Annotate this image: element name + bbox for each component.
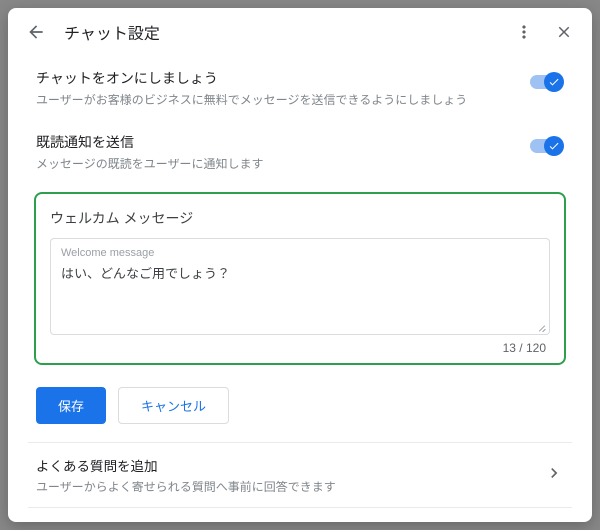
toggle-subtitle: ユーザーがお客様のビジネスに無料でメッセージを送信できるようにしましょう xyxy=(36,91,516,108)
nav-text: 不在モードを管理 メッセージを受信したら、不在であることを自動応答で通知します xyxy=(36,520,544,522)
nav-away-mode[interactable]: 不在モードを管理 メッセージを受信したら、不在であることを自動応答で通知します xyxy=(28,507,572,522)
nav-faq[interactable]: よくある質問を追加 ユーザーからよく寄せられる質問へ事前に回答できます xyxy=(28,442,572,507)
resize-handle-icon[interactable] xyxy=(537,322,547,332)
close-button[interactable] xyxy=(552,20,576,44)
welcome-textarea-label: Welcome message xyxy=(61,247,539,259)
toggle-text: 既読通知を送信 メッセージの既読をユーザーに通知します xyxy=(36,132,516,172)
toggle-read-receipt: 既読通知を送信 メッセージの既読をユーザーに通知します xyxy=(28,120,572,184)
check-icon xyxy=(548,76,560,88)
chat-on-toggle[interactable] xyxy=(528,72,564,92)
dialog-content: チャットをオンにしましょう ユーザーがお客様のビジネスに無料でメッセージを送信で… xyxy=(8,56,592,522)
chevron-right-icon xyxy=(544,463,564,488)
welcome-section-title: ウェルカム メッセージ xyxy=(50,208,550,228)
welcome-textarea-wrap: Welcome message xyxy=(50,238,550,335)
close-icon xyxy=(555,23,573,41)
toggle-subtitle: メッセージの既読をユーザーに通知します xyxy=(36,155,516,172)
more-vert-icon xyxy=(514,22,534,42)
welcome-message-input[interactable] xyxy=(61,263,539,319)
cancel-button[interactable]: キャンセル xyxy=(118,387,229,424)
nav-title: よくある質問を追加 xyxy=(36,455,544,475)
toggle-chat-on: チャットをオンにしましょう ユーザーがお客様のビジネスに無料でメッセージを送信で… xyxy=(28,56,572,120)
char-count: 13 / 120 xyxy=(50,341,550,355)
dialog-header: チャット設定 xyxy=(8,8,592,56)
nav-subtitle: ユーザーからよく寄せられる質問へ事前に回答できます xyxy=(36,478,544,495)
dialog-title: チャット設定 xyxy=(64,20,496,44)
arrow-left-icon xyxy=(26,22,46,42)
toggle-title: チャットをオンにしましょう xyxy=(36,68,516,88)
check-icon xyxy=(548,140,560,152)
chat-settings-dialog: チャット設定 チャットをオンにしましょう ユーザーがお客様のビジネスに無料でメッ… xyxy=(8,8,592,522)
more-menu-button[interactable] xyxy=(512,20,536,44)
toggle-title: 既読通知を送信 xyxy=(36,132,516,152)
back-button[interactable] xyxy=(24,20,48,44)
read-receipt-toggle[interactable] xyxy=(528,136,564,156)
nav-title: 不在モードを管理 xyxy=(36,520,544,522)
welcome-message-section: ウェルカム メッセージ Welcome message 13 / 120 xyxy=(34,192,566,365)
save-button[interactable]: 保存 xyxy=(36,387,106,424)
toggle-text: チャットをオンにしましょう ユーザーがお客様のビジネスに無料でメッセージを送信で… xyxy=(36,68,516,108)
nav-text: よくある質問を追加 ユーザーからよく寄せられる質問へ事前に回答できます xyxy=(36,455,544,495)
button-row: 保存 キャンセル xyxy=(28,381,572,442)
